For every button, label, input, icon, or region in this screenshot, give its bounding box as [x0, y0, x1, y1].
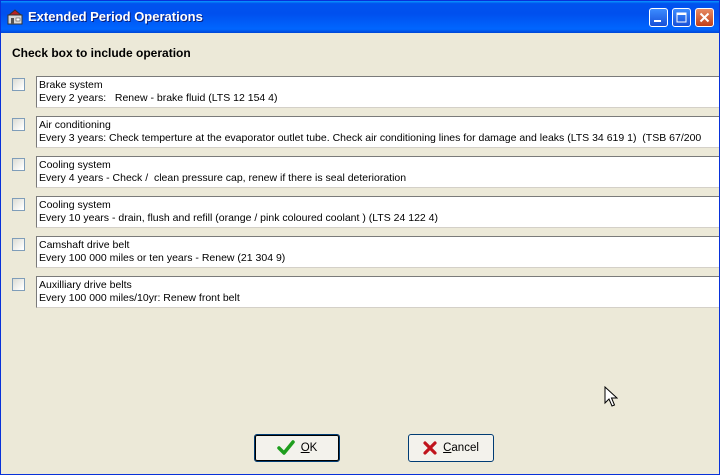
- operation-text-box: Brake system Every 2 years: Renew - brak…: [36, 76, 719, 108]
- operation-row: Camshaft drive belt Every 100 000 miles …: [1, 236, 719, 272]
- operation-checkbox[interactable]: [12, 278, 25, 291]
- operation-description: Every 10 years - drain, flush and refill…: [39, 212, 439, 224]
- window-title: Extended Period Operations: [28, 9, 203, 24]
- operation-name: Cooling system: [39, 159, 111, 171]
- operation-text-box: Auxilliary drive belts Every 100 000 mil…: [36, 276, 719, 308]
- operation-name: Brake system: [39, 79, 103, 91]
- operation-description: Every 100 000 miles or ten years - Renew…: [39, 252, 286, 264]
- operation-checkbox[interactable]: [12, 118, 25, 131]
- operation-text-box: Cooling system Every 4 years - Check / c…: [36, 156, 719, 188]
- operation-checkbox[interactable]: [12, 198, 25, 211]
- minimize-icon: [654, 20, 661, 22]
- title-bar[interactable]: Extended Period Operations: [1, 1, 719, 33]
- operation-description: Every 100 000 miles/10yr: Renew front be…: [39, 292, 240, 304]
- maximize-button[interactable]: [672, 8, 691, 27]
- close-button[interactable]: [695, 8, 714, 27]
- maximize-icon: [676, 12, 687, 23]
- dialog-window: Extended Period Operations Check box to …: [0, 0, 720, 475]
- operation-row: Air conditioning Every 3 years: Check te…: [1, 116, 719, 152]
- operation-description: Every 2 years: Renew - brake fluid (LTS …: [39, 92, 278, 104]
- operation-name: Cooling system: [39, 199, 111, 211]
- x-icon: [423, 441, 437, 455]
- close-icon: [699, 12, 710, 23]
- operation-row: Auxilliary drive belts Every 100 000 mil…: [1, 276, 719, 312]
- check-icon: [276, 440, 295, 455]
- operation-row: Cooling system Every 10 years - drain, f…: [1, 196, 719, 232]
- ok-button[interactable]: OK: [254, 434, 340, 462]
- minimize-button[interactable]: [649, 8, 668, 27]
- cancel-label: Cancel: [443, 442, 479, 454]
- operation-name: Auxilliary drive belts: [39, 279, 132, 291]
- operation-description: Every 4 years - Check / clean pressure c…: [39, 172, 407, 184]
- mouse-pointer-icon: [604, 386, 618, 407]
- operation-name: Camshaft drive belt: [39, 239, 130, 251]
- cancel-button[interactable]: Cancel: [408, 434, 494, 462]
- operation-row: Brake system Every 2 years: Renew - brak…: [1, 76, 719, 112]
- operation-description: Every 3 years: Check temperture at the e…: [39, 132, 702, 144]
- app-icon: [7, 9, 23, 25]
- operation-row: Cooling system Every 4 years - Check / c…: [1, 156, 719, 192]
- operation-name: Air conditioning: [39, 119, 111, 131]
- operation-checkbox[interactable]: [12, 238, 25, 251]
- instruction-label: Check box to include operation: [12, 46, 191, 60]
- operation-checkbox[interactable]: [12, 158, 25, 171]
- ok-label: OK: [300, 442, 318, 454]
- operation-checkbox[interactable]: [12, 78, 25, 91]
- operation-text-box: Air conditioning Every 3 years: Check te…: [36, 116, 719, 148]
- operation-text-box: Cooling system Every 10 years - drain, f…: [36, 196, 719, 228]
- operation-text-box: Camshaft drive belt Every 100 000 miles …: [36, 236, 719, 268]
